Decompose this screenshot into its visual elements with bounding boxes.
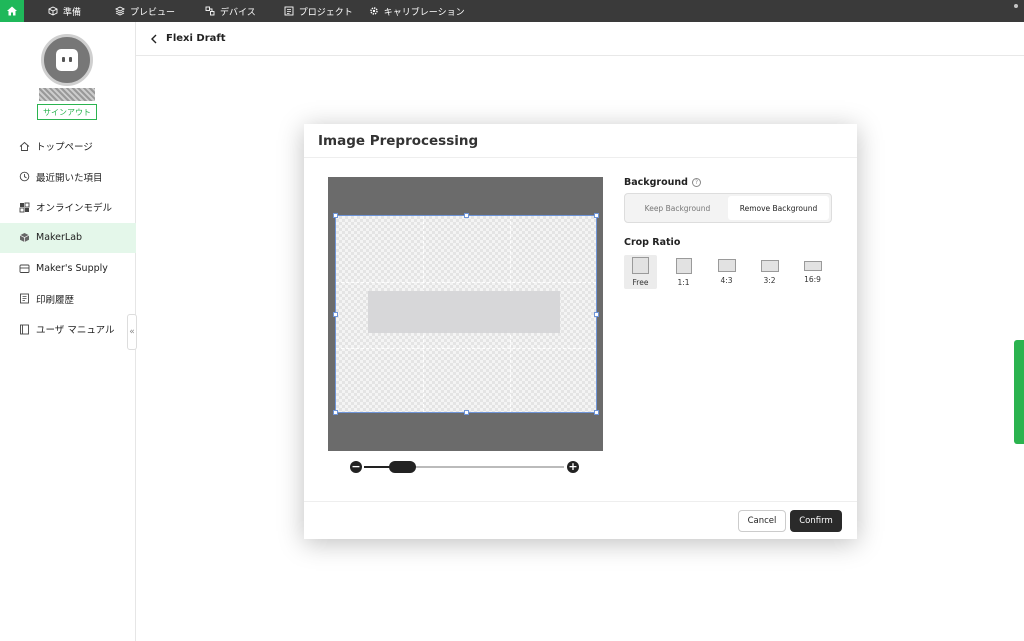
crop-handle-bottom-right[interactable]	[594, 410, 599, 415]
remove-background-option[interactable]: Remove Background	[728, 196, 829, 220]
zoom-out-icon[interactable]: −	[350, 461, 362, 473]
home-icon	[7, 6, 17, 16]
nav-calibration[interactable]: キャリブレーション	[363, 0, 471, 22]
cube-icon	[48, 6, 58, 16]
sidebar-collapse-button[interactable]: «	[127, 314, 137, 350]
crop-shape-icon	[675, 257, 692, 274]
crop-ratio-4-3[interactable]: 4:3	[710, 255, 743, 289]
sidebar-item-top[interactable]: トップページ	[0, 131, 136, 162]
zoom-in-icon[interactable]: +	[567, 461, 579, 473]
crop-ratio-options: Free 1:1 4:3 3:2 16:9	[624, 255, 834, 289]
devices-icon	[205, 6, 215, 16]
crop-ratio-label: 3:2	[763, 275, 776, 285]
background-section-title: Background ?	[624, 177, 834, 188]
nav-calibration-label: キャリブレーション	[383, 7, 465, 18]
chevron-left-icon[interactable]	[150, 34, 158, 44]
feedback-side-tab[interactable]	[1014, 340, 1024, 444]
sidebar-item-print-history[interactable]: 印刷履歴	[0, 284, 136, 315]
sidebar-item-label: 印刷履歴	[36, 294, 75, 306]
home-icon	[19, 141, 30, 151]
sidebar-item-recent[interactable]: 最近開いた項目	[0, 162, 136, 193]
top-nav-bar: 準備 プレビュー デバイス プロジェクト キャリブレーション	[0, 0, 1024, 22]
uploaded-image	[368, 291, 560, 333]
window-dot	[1014, 4, 1018, 8]
crop-ratio-label: 4:3	[720, 276, 733, 285]
clock-icon	[19, 171, 30, 182]
crop-grid-line	[336, 282, 596, 283]
crop-ratio-1-1[interactable]: 1:1	[667, 255, 700, 289]
crop-handle-top-left[interactable]	[333, 213, 338, 218]
sidebar-item-user-manual[interactable]: ユーザ マニュアル	[0, 314, 136, 345]
page-title: Flexi Draft	[166, 33, 226, 44]
manual-icon	[20, 324, 29, 335]
nav-devices-label: デバイス	[220, 7, 256, 18]
zoom-track[interactable]	[364, 461, 564, 473]
crop-handle-bottom[interactable]	[464, 410, 469, 415]
nav-project[interactable]: プロジェクト	[278, 0, 359, 22]
sidebar-menu: トップページ 最近開いた項目 オンラインモデル MakerLab Maker's…	[0, 131, 136, 345]
crop-ratio-label: Free	[632, 278, 649, 287]
sidebar-item-label: MakerLab	[36, 232, 83, 244]
zoom-slider: − +	[350, 460, 582, 474]
dialog-footer: Cancel Confirm	[304, 501, 857, 539]
nav-devices[interactable]: デバイス	[199, 0, 262, 22]
crop-shape-icon	[632, 257, 649, 274]
nav-prepare[interactable]: 準備	[42, 0, 87, 22]
crop-handle-bottom-left[interactable]	[333, 410, 338, 415]
signout-button[interactable]: サインアウト	[37, 104, 97, 120]
supply-icon	[19, 264, 30, 273]
makerlab-icon	[19, 233, 30, 243]
sidebar: サインアウト トップページ 最近開いた項目 オンラインモデル MakerLab …	[0, 22, 137, 641]
sidebar-item-makers-supply[interactable]: Maker's Supply	[0, 253, 136, 284]
avatar[interactable]	[41, 34, 93, 86]
dialog-title: Image Preprocessing	[304, 124, 857, 158]
nav-prepare-label: 準備	[63, 7, 82, 18]
crop-shape-icon	[803, 260, 822, 271]
settings-panel: Background ? Keep Background Remove Back…	[624, 177, 834, 289]
sidebar-item-label: ユーザ マニュアル	[36, 325, 115, 337]
nav-preview[interactable]: プレビュー	[109, 0, 181, 22]
background-label: Background	[624, 177, 688, 188]
sidebar-item-label: オンラインモデル	[36, 203, 113, 215]
robot-avatar-icon	[56, 49, 78, 71]
models-icon	[19, 202, 30, 213]
gear-icon	[370, 7, 378, 15]
crop-ratio-3-2[interactable]: 3:2	[753, 255, 786, 289]
confirm-button[interactable]: Confirm	[790, 510, 842, 532]
help-icon[interactable]: ?	[691, 178, 701, 187]
crop-ratio-free[interactable]: Free	[624, 255, 657, 289]
page-header: Flexi Draft	[136, 22, 1024, 56]
crop-handle-right[interactable]	[594, 312, 599, 317]
nav-project-label: プロジェクト	[298, 7, 353, 18]
project-icon	[284, 6, 294, 16]
sidebar-item-label: 最近開いた項目	[36, 172, 103, 184]
sidebar-item-makerlab[interactable]: MakerLab	[0, 222, 136, 253]
zoom-thumb[interactable]	[388, 461, 416, 473]
image-preprocessing-dialog: Image Preprocessing − + Background ? Kee…	[304, 124, 857, 539]
nav-preview-label: プレビュー	[130, 7, 176, 18]
image-preview-area	[328, 177, 603, 451]
history-icon	[20, 293, 29, 304]
crop-grid-line	[336, 348, 596, 349]
keep-background-option[interactable]: Keep Background	[627, 196, 728, 220]
crop-handle-left[interactable]	[333, 312, 338, 317]
crop-shape-icon	[760, 259, 779, 272]
home-button[interactable]	[0, 0, 24, 22]
crop-shape-icon	[717, 259, 736, 272]
crop-ratio-title: Crop Ratio	[624, 237, 681, 248]
crop-handle-top-right[interactable]	[594, 213, 599, 218]
crop-canvas[interactable]	[333, 213, 599, 415]
username-redacted	[39, 88, 95, 101]
layers-icon	[115, 6, 126, 16]
cancel-button[interactable]: Cancel	[738, 510, 786, 532]
crop-handle-top[interactable]	[464, 213, 469, 218]
sidebar-item-online-models[interactable]: オンラインモデル	[0, 192, 136, 223]
crop-ratio-16-9[interactable]: 16:9	[796, 255, 829, 289]
sidebar-item-label: Maker's Supply	[36, 262, 108, 274]
crop-ratio-label: 16:9	[804, 274, 821, 284]
crop-ratio-label: 1:1	[677, 277, 690, 287]
background-toggle: Keep Background Remove Background	[624, 193, 832, 223]
sidebar-item-label: トップページ	[36, 142, 93, 154]
